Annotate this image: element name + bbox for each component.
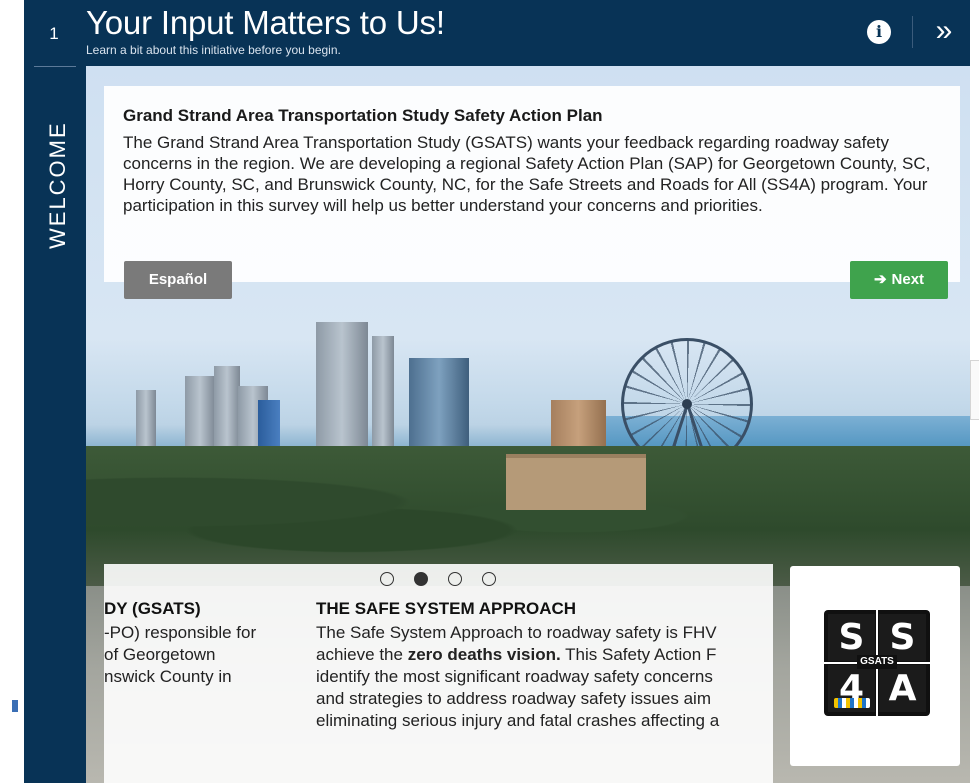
logo-letter: S: [879, 614, 926, 661]
logo-letter: A: [879, 665, 926, 712]
carousel-dot[interactable]: [482, 572, 496, 586]
photo-tower: [372, 336, 394, 456]
next-button-label: Next: [891, 271, 925, 288]
slide-line: identify the most significant roadway sa…: [316, 667, 713, 686]
photo-tower: [316, 322, 368, 458]
background-page-edge: [970, 360, 979, 420]
carousel-dot[interactable]: [414, 572, 428, 586]
slide-line: achieve the zero deaths vision. This Saf…: [316, 644, 773, 666]
rail-section-label: WELCOME: [45, 121, 70, 249]
ss4a-logo: S S 4 A GSATS: [824, 610, 930, 716]
intro-card: Grand Strand Area Transportation Study S…: [104, 86, 960, 282]
photo-ferris-hub: [682, 399, 692, 409]
logo-road-stripes: [834, 698, 870, 708]
logo-letter: S: [828, 614, 875, 661]
modal-header: 1 Your Input Matters to Us! Learn a bit …: [24, 0, 970, 66]
background-page-marker: [12, 700, 18, 712]
photo-tower: [136, 390, 156, 450]
logo-center-text: GSATS: [857, 655, 897, 669]
slide-line: -PO) responsible for: [104, 623, 257, 642]
left-rail: WELCOME: [24, 66, 86, 783]
survey-modal: 1 Your Input Matters to Us! Learn a bit …: [24, 0, 970, 783]
header-divider: [912, 16, 913, 48]
photo-hotel: [506, 454, 646, 510]
slide-line: of Georgetown: [104, 645, 216, 664]
info-icon[interactable]: i: [867, 20, 891, 44]
slide-line: nswick County in: [104, 667, 232, 686]
slide-line: and strategies to address roadway safety…: [316, 689, 711, 708]
step-number: 1: [49, 24, 59, 43]
slide-line-text: This Safety Action F: [560, 645, 717, 664]
next-button[interactable]: ➔ Next: [850, 261, 948, 299]
page-subtitle: Learn a bit about this initiative before…: [86, 43, 341, 57]
carousel-dot[interactable]: [448, 572, 462, 586]
expand-chevrons-icon[interactable]: »: [924, 12, 964, 52]
slide-line-text: achieve the: [316, 645, 408, 664]
rail-divider: [34, 66, 76, 67]
slide-title: THE SAFE SYSTEM APPROACH: [316, 599, 577, 618]
intro-body: The Grand Strand Area Transportation Stu…: [123, 133, 931, 215]
intro-title: Grand Strand Area Transportation Study S…: [123, 106, 603, 125]
espanol-button[interactable]: Español: [124, 261, 232, 299]
slide-body: -PO) responsible for of Georgetown nswic…: [104, 622, 319, 688]
arrow-right-icon: ➔: [873, 271, 887, 288]
page: ⊗ 1 Your Input Matters to Us! Learn a bi…: [0, 0, 979, 783]
slide-line: The Safe System Approach to roadway safe…: [316, 623, 717, 642]
slide-body: The Safe System Approach to roadway safe…: [316, 622, 773, 732]
carousel-dot[interactable]: [380, 572, 394, 586]
photo-tower: [185, 376, 215, 456]
slide-title: DY (GSATS): [104, 599, 201, 618]
photo-tower: [214, 366, 240, 456]
page-title: Your Input Matters to Us!: [86, 4, 445, 41]
slide-line: eliminating serious injury and fatal cra…: [316, 711, 720, 730]
slide-bold-phrase: zero deaths vision.: [407, 645, 561, 664]
